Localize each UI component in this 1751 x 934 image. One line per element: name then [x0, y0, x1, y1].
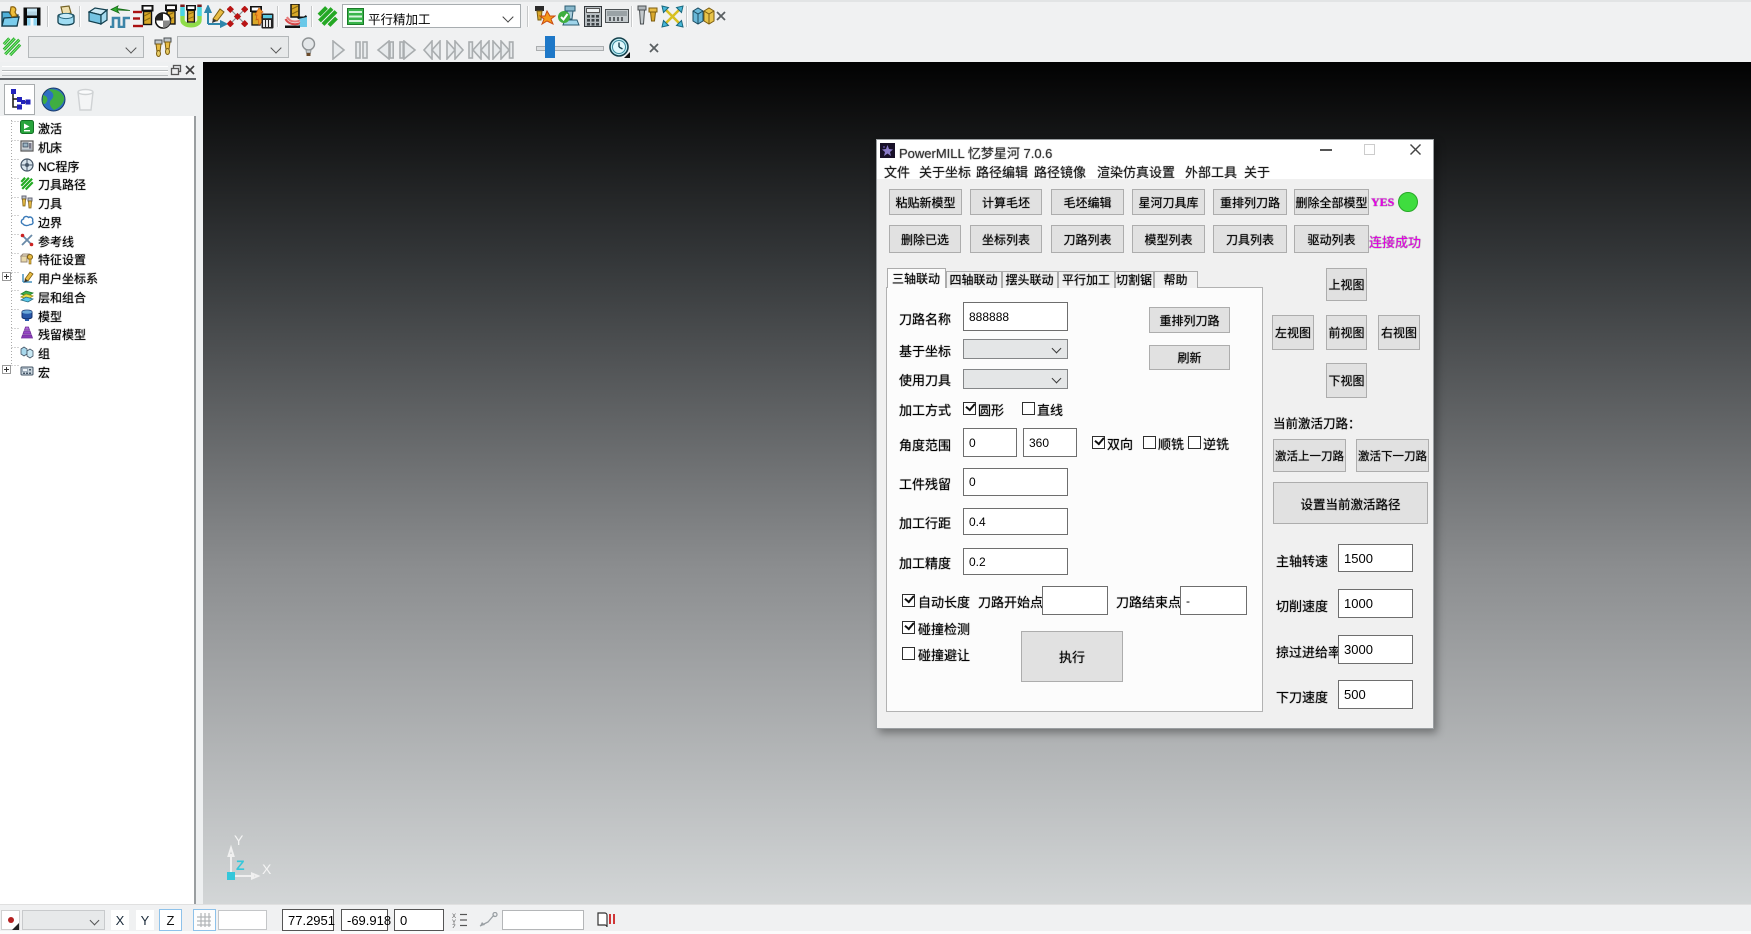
svg-text:Z: Z	[452, 925, 456, 928]
svg-text:Z: Z	[236, 857, 245, 873]
svg-text:X: X	[262, 861, 272, 877]
svg-text:Y: Y	[234, 832, 244, 848]
